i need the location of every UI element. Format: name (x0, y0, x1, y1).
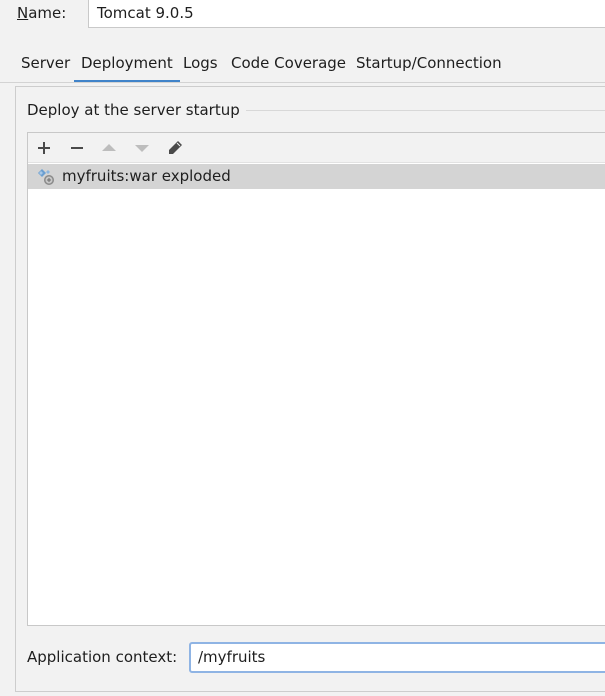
add-button[interactable] (32, 136, 56, 160)
move-down-button[interactable] (130, 136, 154, 160)
name-label-text: ame: (28, 4, 67, 22)
artifact-label: myfruits:war exploded (62, 167, 231, 185)
remove-button[interactable] (65, 136, 89, 160)
deploy-group-title: Deploy at the server startup (27, 100, 246, 120)
edit-button[interactable] (163, 136, 187, 160)
tab-deployment[interactable]: Deployment (74, 50, 180, 83)
minus-icon (71, 147, 83, 149)
move-down-icon (135, 145, 149, 152)
tab-server[interactable]: Server (14, 50, 77, 83)
move-up-icon (102, 144, 116, 151)
run-configuration-dialog: Name: Tomcat 9.0.5 Server Deployment Log… (0, 0, 605, 696)
group-separator (232, 110, 605, 111)
pencil-icon (169, 141, 182, 154)
artifact-toolbar (28, 133, 605, 163)
tab-startup-connection[interactable]: Startup/Connection (349, 50, 509, 83)
application-context-field[interactable]: /myfruits (189, 642, 605, 673)
application-context-label: Application context: (27, 648, 178, 666)
list-item[interactable]: myfruits:war exploded (28, 164, 605, 189)
name-label: Name: (17, 4, 66, 22)
tab-logs[interactable]: Logs (176, 50, 225, 83)
move-up-button[interactable] (97, 136, 121, 160)
artifact-list: myfruits:war exploded (27, 132, 605, 626)
tab-divider (0, 82, 605, 83)
name-field[interactable]: Tomcat 9.0.5 (88, 0, 605, 28)
deployment-panel: Deploy at the server startup myfruits:wa… (15, 86, 605, 692)
tab-code-coverage[interactable]: Code Coverage (224, 50, 353, 83)
name-label-mnemonic: N (17, 4, 29, 22)
artifact-exploded-icon (38, 169, 54, 185)
plus-icon (38, 142, 50, 154)
